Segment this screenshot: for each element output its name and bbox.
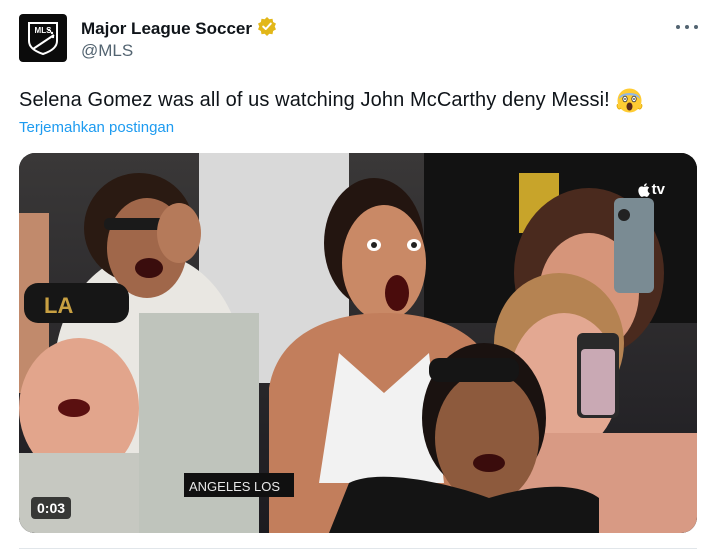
apple-tv-watermark: tv (637, 181, 665, 198)
tv-label: tv (651, 181, 665, 198)
svg-text:LA: LA (44, 293, 73, 318)
video-player[interactable]: LA ANGELES LOS tv 0:03 (19, 153, 697, 533)
svg-text:ANGELES LOS: ANGELES LOS (189, 479, 280, 494)
author-handle[interactable]: @MLS (81, 41, 133, 61)
face-screaming-in-fear-icon (616, 88, 643, 113)
author-display-name[interactable]: Major League Soccer (81, 19, 252, 39)
avatar[interactable]: MLS (19, 14, 67, 62)
mls-logo-icon: MLS (28, 22, 58, 55)
more-horizontal-icon[interactable] (676, 20, 698, 34)
divider (19, 548, 697, 549)
video-frame: LA ANGELES LOS (19, 153, 697, 533)
translate-link[interactable]: Terjemahkan postingan (19, 119, 174, 136)
author-name-row: Major League Soccer (81, 16, 277, 41)
verified-badge-icon[interactable] (257, 16, 277, 41)
video-timestamp: 0:03 (31, 497, 72, 519)
tweet-body: Selena Gomez was all of us watching John… (19, 89, 610, 111)
tweet-text: Selena Gomez was all of us watching John… (19, 88, 643, 113)
apple-logo-icon (637, 182, 650, 197)
